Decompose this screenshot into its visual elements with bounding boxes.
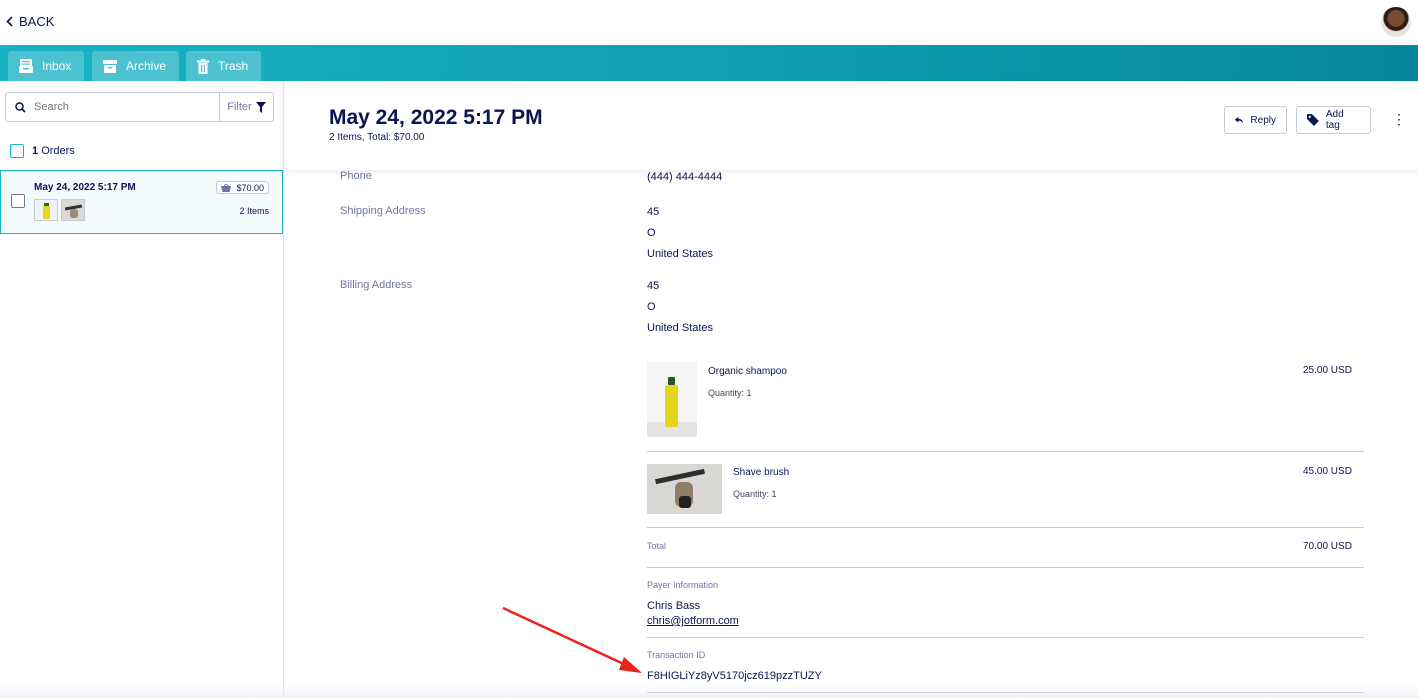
total-label: Total bbox=[647, 541, 667, 551]
filter-label: Filter bbox=[227, 101, 252, 113]
product-price-shampoo: 25.00 USD bbox=[1303, 365, 1352, 376]
orders-count-label: 1 Orders bbox=[32, 145, 75, 157]
orders-label: Orders bbox=[41, 145, 75, 157]
billing-line-1: 45 bbox=[647, 280, 660, 292]
back-button[interactable]: BACK bbox=[6, 14, 54, 29]
product-price-brush: 45.00 USD bbox=[1303, 466, 1352, 477]
shampoo-thumbnail bbox=[34, 199, 58, 221]
order-items-count: 2 Items bbox=[239, 206, 269, 216]
tab-inbox-label: Inbox bbox=[42, 59, 72, 73]
filter-button[interactable]: Filter bbox=[219, 93, 273, 121]
shipping-line-1: 45 bbox=[647, 206, 660, 218]
shampoo-product-image bbox=[647, 362, 697, 437]
billing-line-2: O bbox=[647, 301, 656, 313]
billing-address-label: Billing Address bbox=[340, 279, 413, 291]
payer-name: Chris Bass bbox=[647, 600, 701, 612]
sidebar: Filter 1 Orders May 24, 2022 5:17 PM $70… bbox=[0, 81, 284, 698]
add-tag-label: Add tag bbox=[1325, 109, 1344, 131]
order-date: May 24, 2022 5:17 PM bbox=[34, 182, 136, 193]
tab-trash[interactable]: Trash bbox=[186, 51, 261, 81]
billing-line-3: United States bbox=[647, 322, 714, 334]
product-name-brush: Shave brush bbox=[733, 467, 790, 478]
order-thumbnails bbox=[34, 199, 85, 221]
submission-header: May 24, 2022 5:17 PM 2 Items, Total: $70… bbox=[285, 81, 1418, 170]
phone-label: Phone bbox=[340, 170, 372, 182]
reply-icon bbox=[1235, 116, 1244, 124]
transaction-id-label: Transaction ID bbox=[647, 650, 706, 660]
tab-inbox[interactable]: Inbox bbox=[8, 51, 84, 81]
product-quantity-brush: Quantity: 1 bbox=[733, 489, 777, 499]
orders-count: 1 bbox=[32, 145, 39, 157]
search-icon bbox=[15, 101, 26, 113]
chevron-left-icon bbox=[6, 16, 13, 27]
tab-bar: Inbox Archive Trash bbox=[0, 45, 1418, 81]
divider bbox=[647, 637, 1364, 638]
shipping-line-2: O bbox=[647, 227, 656, 239]
reply-button[interactable]: Reply bbox=[1224, 106, 1287, 134]
select-all-checkbox[interactable] bbox=[10, 144, 24, 158]
more-options-icon[interactable]: ⋮ bbox=[1392, 112, 1406, 126]
tab-archive-label: Archive bbox=[126, 59, 167, 73]
top-bar: BACK bbox=[0, 0, 1418, 45]
bottom-shadow bbox=[0, 684, 1418, 698]
order-checkbox[interactable] bbox=[11, 194, 25, 208]
total-value: 70.00 USD bbox=[1303, 541, 1352, 552]
tab-archive[interactable]: Archive bbox=[92, 51, 179, 81]
orders-select-all: 1 Orders bbox=[10, 144, 75, 158]
transaction-id-value: F8HIGLiYz8yV5170jcz619pzzTUZY bbox=[647, 670, 822, 682]
back-label: BACK bbox=[19, 14, 55, 29]
product-name-shampoo: Organic shampoo bbox=[708, 366, 787, 377]
search-box: Filter bbox=[5, 92, 274, 122]
divider bbox=[647, 451, 1364, 452]
reply-label: Reply bbox=[1250, 114, 1276, 126]
page-title: May 24, 2022 5:17 PM bbox=[329, 106, 543, 129]
phone-value: (444) 444-4444 bbox=[647, 171, 723, 183]
add-tag-button[interactable]: Add tag bbox=[1296, 106, 1371, 134]
divider bbox=[647, 527, 1364, 528]
order-list-item[interactable]: May 24, 2022 5:17 PM $70.00 2 Items bbox=[0, 170, 283, 234]
payer-info-label: Payer Information bbox=[647, 580, 719, 590]
order-price-badge: $70.00 bbox=[216, 181, 269, 194]
funnel-icon bbox=[255, 101, 266, 113]
shipping-line-3: United States bbox=[647, 248, 714, 260]
product-quantity-shampoo: Quantity: 1 bbox=[708, 388, 752, 398]
order-price: $70.00 bbox=[236, 182, 264, 193]
submission-details: Phone (444) 444-4444 Shipping Address 45… bbox=[285, 170, 1418, 698]
archive-icon bbox=[103, 59, 117, 73]
payer-email-link[interactable]: chris@jotform.com bbox=[647, 615, 739, 627]
search-field bbox=[6, 93, 219, 121]
divider bbox=[647, 567, 1364, 568]
brush-product-image bbox=[647, 464, 722, 514]
search-input[interactable] bbox=[34, 101, 194, 113]
trash-icon bbox=[197, 58, 209, 74]
shipping-address-label: Shipping Address bbox=[340, 205, 426, 217]
basket-icon bbox=[221, 183, 232, 192]
tag-icon bbox=[1307, 114, 1319, 126]
user-avatar[interactable] bbox=[1381, 7, 1411, 37]
tab-trash-label: Trash bbox=[218, 59, 249, 73]
inbox-icon bbox=[19, 59, 33, 73]
brush-thumbnail bbox=[61, 199, 85, 221]
page-subtitle: 2 Items, Total: $70.00 bbox=[329, 132, 425, 143]
